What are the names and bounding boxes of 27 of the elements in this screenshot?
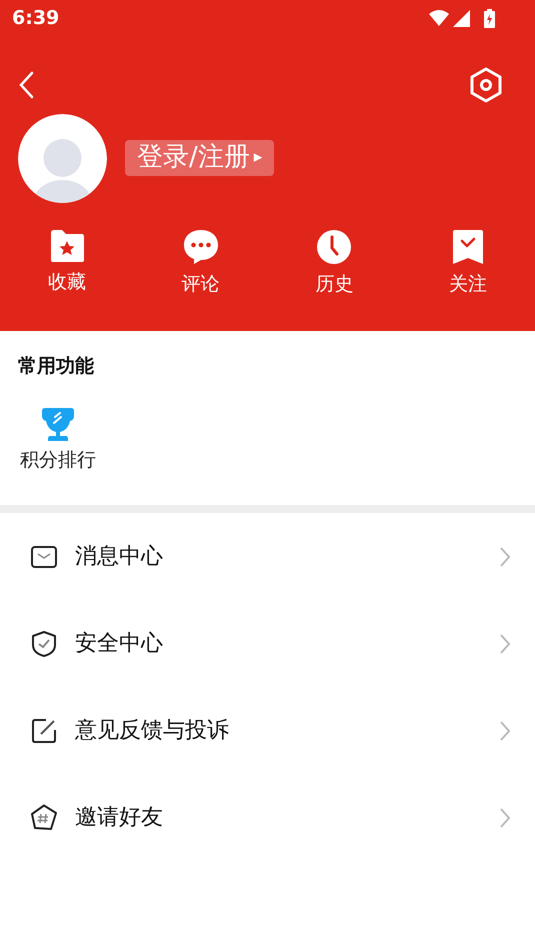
folder-star-icon (48, 229, 85, 263)
menu-item[interactable]: 安全中心 (0, 600, 535, 687)
wifi-icon (429, 10, 449, 26)
chevron-right-icon (499, 546, 511, 568)
shortcut-button[interactable]: 评论 (166, 229, 236, 297)
settings-button[interactable] (468, 67, 504, 103)
shortcut-button[interactable]: 关注 (433, 229, 504, 297)
signal-icon (453, 10, 470, 26)
chat-bubble-icon (182, 229, 219, 265)
chevron-right-icon (499, 720, 511, 742)
envelope-icon (31, 546, 57, 568)
menu-item[interactable]: 意见反馈与投诉 (0, 687, 535, 774)
hashtag-tag-icon (30, 804, 58, 832)
ranking-button[interactable]: 积分排行 (10, 407, 106, 473)
section-title: 常用功能 (18, 354, 95, 379)
shortcut-button[interactable]: 收藏 (32, 229, 102, 297)
clock-icon (316, 229, 352, 265)
menu-item[interactable]: 邀请好友 (0, 774, 535, 861)
chevron-right-icon (499, 632, 511, 654)
shield-check-icon (32, 630, 56, 656)
battery-icon (484, 8, 495, 28)
menu-item[interactable]: 消息中心 (0, 513, 535, 600)
bookmark-check-icon (451, 229, 486, 265)
edit-icon (32, 718, 56, 742)
shortcut-button[interactable]: 历史 (299, 229, 370, 297)
chevron-right-icon (499, 806, 511, 828)
status-time: 6:39 (12, 6, 60, 31)
